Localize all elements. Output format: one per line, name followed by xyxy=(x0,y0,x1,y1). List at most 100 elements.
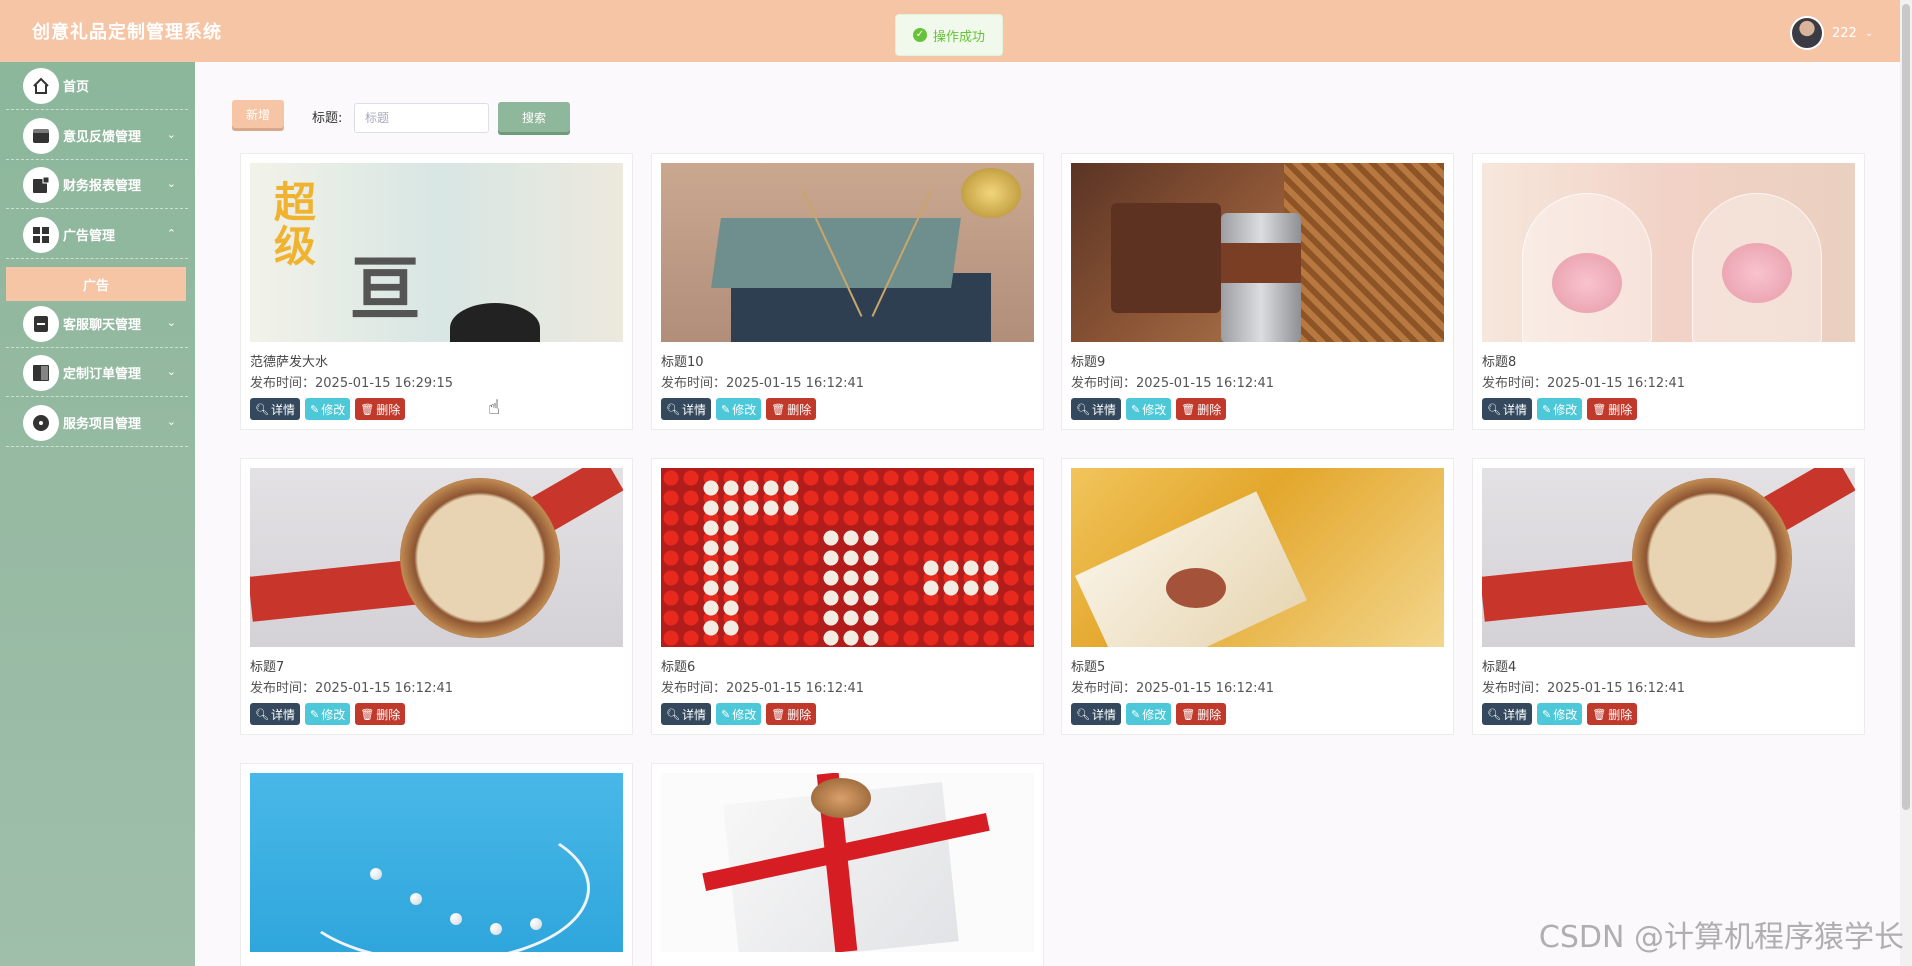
pearl xyxy=(370,868,382,880)
search-label: 标题: xyxy=(312,111,343,126)
card-image[interactable] xyxy=(1071,468,1444,647)
sidebar-item-services[interactable]: 服务项目管理 ⌄ xyxy=(6,399,188,447)
edit-button[interactable]: ✎ 修改 xyxy=(1125,703,1172,725)
top-header: 创意礼品定制管理系统 ✓ 操作成功 222 ⌄ xyxy=(0,0,1900,62)
search-button[interactable]: 搜索 xyxy=(498,102,570,132)
card-image[interactable] xyxy=(661,773,1034,952)
delete-button[interactable]: 🗑︎ 删除 xyxy=(766,398,817,420)
card-actions: 🔍︎ 详情 ✎ 修改 🗑︎ 删除 xyxy=(1071,398,1444,420)
scrollbar-thumb[interactable] xyxy=(1902,4,1910,810)
submenu-item-ad[interactable]: 广告 xyxy=(6,267,186,301)
edit-label: 修改 xyxy=(1142,402,1167,417)
delete-button[interactable]: 🗑︎ 删除 xyxy=(1587,703,1638,725)
trash-icon: 🗑︎ xyxy=(1592,708,1607,721)
avatar[interactable] xyxy=(1790,16,1824,50)
edit-button[interactable]: ✎ 修改 xyxy=(715,703,762,725)
trash-icon: 🗑︎ xyxy=(771,708,786,721)
sidebar-item-label: 定制订单管理 xyxy=(63,367,142,382)
card-image[interactable] xyxy=(661,468,1034,647)
detail-button[interactable]: 🔍︎ 详情 xyxy=(250,703,300,725)
trash-icon: 🗑︎ xyxy=(1181,708,1196,721)
edit-button[interactable]: ✎ 修改 xyxy=(1125,398,1172,420)
detail-button[interactable]: 🔍︎ 详情 xyxy=(1071,703,1121,725)
delete-button[interactable]: 🗑︎ 删除 xyxy=(355,703,406,725)
detail-button[interactable]: 🔍︎ 详情 xyxy=(1071,398,1121,420)
detail-button[interactable]: 🔍︎ 详情 xyxy=(661,703,711,725)
detail-label: 详情 xyxy=(270,402,295,417)
edit-button[interactable]: ✎ 修改 xyxy=(715,398,762,420)
card-publish-time: 发布时间：2025-01-15 16:12:41 xyxy=(1071,681,1275,696)
edit-icon: ✎ xyxy=(309,708,320,721)
card-image[interactable]: 超级 亘 xyxy=(250,163,623,342)
sidebar-item-orders[interactable]: 定制订单管理 ⌄ xyxy=(6,349,188,397)
finance-icon xyxy=(23,166,59,203)
edit-button[interactable]: ✎ 修改 xyxy=(1536,398,1583,420)
user-name[interactable]: 222 xyxy=(1832,26,1857,41)
card-title: 标题10 xyxy=(661,355,704,370)
basket xyxy=(1284,163,1444,342)
delete-button[interactable]: 🗑︎ 删除 xyxy=(1176,703,1227,725)
ad-card: 标题6 发布时间：2025-01-15 16:12:41 🔍︎ 详情 ✎ 修改 🗑︎… xyxy=(651,458,1044,735)
vertical-scrollbar[interactable] xyxy=(1900,0,1912,966)
card-image[interactable] xyxy=(250,468,623,647)
detail-button[interactable]: 🔍︎ 详情 xyxy=(1482,398,1532,420)
card-publish-time: 发布时间：2025-01-15 16:12:41 xyxy=(1482,681,1686,696)
delete-label: 删除 xyxy=(787,707,812,722)
detail-label: 详情 xyxy=(1091,402,1116,417)
card-publish-time: 发布时间：2025-01-15 16:12:41 xyxy=(1071,376,1275,391)
ribbon-bow xyxy=(1166,568,1226,608)
edit-button[interactable]: ✎ 修改 xyxy=(1536,703,1583,725)
card-image[interactable] xyxy=(661,163,1034,342)
search-icon: 🔍︎ xyxy=(255,708,269,721)
delete-button[interactable]: 🗑︎ 删除 xyxy=(1587,398,1638,420)
chevron-down-icon[interactable]: ⌄ xyxy=(1865,28,1873,39)
detail-button[interactable]: 🔍︎ 详情 xyxy=(1482,703,1532,725)
feedback-icon xyxy=(23,117,59,154)
user-menu[interactable]: 222 ⌄ xyxy=(1790,16,1873,50)
delete-label: 删除 xyxy=(376,402,401,417)
watch-strap xyxy=(1482,559,1654,622)
success-toast: ✓ 操作成功 xyxy=(895,14,1003,56)
card-title: 标题7 xyxy=(250,660,285,675)
glass-dome xyxy=(1522,193,1652,342)
ad-card xyxy=(651,763,1044,966)
watermark: CSDN @计算机程序猿学长 xyxy=(1538,920,1904,955)
pearl xyxy=(490,923,502,935)
poster-artwork: 亘 xyxy=(350,247,420,330)
trash-icon: 🗑︎ xyxy=(1592,403,1607,416)
sidebar-item-ads[interactable]: 广告管理 ⌃ xyxy=(6,211,188,259)
search-icon: 🔍︎ xyxy=(1487,403,1501,416)
pearl xyxy=(410,893,422,905)
delete-button[interactable]: 🗑︎ 删除 xyxy=(355,398,406,420)
poster-figure xyxy=(450,303,540,342)
edit-icon: ✎ xyxy=(309,403,320,416)
add-button[interactable]: 新增 xyxy=(232,100,284,128)
edit-button[interactable]: ✎ 修改 xyxy=(304,703,351,725)
ad-card: 标题7 发布时间：2025-01-15 16:12:41 🔍︎ 详情 ✎ 修改 🗑︎… xyxy=(240,458,633,735)
sidebar-item-home[interactable]: 首页 xyxy=(6,62,188,110)
card-actions: 🔍︎ 详情 ✎ 修改 🗑︎ 删除 xyxy=(1071,703,1444,725)
card-image[interactable] xyxy=(1071,163,1444,342)
edit-icon: ✎ xyxy=(720,403,731,416)
card-image[interactable] xyxy=(1482,468,1855,647)
ribbon-bow xyxy=(811,778,871,818)
delete-button[interactable]: 🗑︎ 删除 xyxy=(1176,398,1227,420)
card-image[interactable] xyxy=(1482,163,1855,342)
sidebar-item-chat[interactable]: 客服聊天管理 ⌄ xyxy=(6,300,188,348)
order-icon xyxy=(23,354,59,391)
edit-icon: ✎ xyxy=(720,708,731,721)
edit-button[interactable]: ✎ 修改 xyxy=(304,398,351,420)
search-icon: 🔍︎ xyxy=(255,403,269,416)
detail-label: 详情 xyxy=(1091,707,1116,722)
search-input[interactable] xyxy=(354,103,489,133)
cup-band xyxy=(1221,243,1301,283)
sidebar-item-feedback[interactable]: 意见反馈管理 ⌄ xyxy=(6,112,188,160)
gold-ornament xyxy=(961,168,1021,218)
search-icon: 🔍︎ xyxy=(1487,708,1501,721)
card-image[interactable] xyxy=(250,773,623,952)
detail-button[interactable]: 🔍︎ 详情 xyxy=(661,398,711,420)
bracelet-chain xyxy=(290,813,590,952)
detail-button[interactable]: 🔍︎ 详情 xyxy=(250,398,300,420)
delete-button[interactable]: 🗑︎ 删除 xyxy=(766,703,817,725)
sidebar-item-finance[interactable]: 财务报表管理 ⌄ xyxy=(6,161,188,209)
